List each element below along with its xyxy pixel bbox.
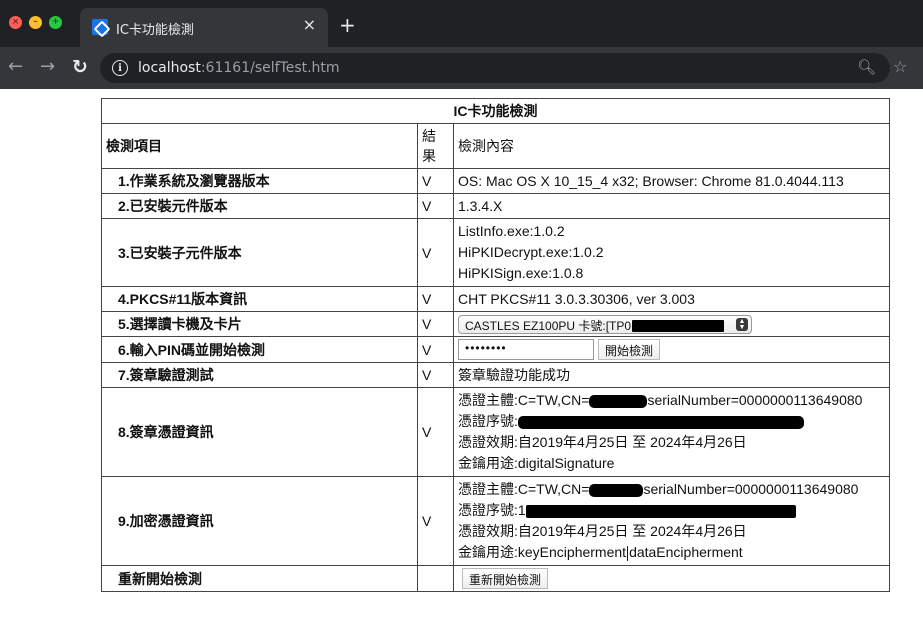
row-detail: 憑證主體:C=TW,CN= serialNumber=00000001136490… — [453, 387, 890, 477]
cert-serial-label: 憑證序號:1 — [458, 502, 526, 518]
address-bar[interactable]: i localhost:61161/selfTest.htm 🔍︎ — [100, 53, 890, 83]
redaction-mark — [525, 504, 796, 518]
start-test-button[interactable]: 開始檢測 — [598, 339, 661, 360]
card-reader-select-value: CASTLES EZ100PU 卡號:[TP0 — [465, 318, 632, 333]
ic-card-test-table: IC卡功能檢測 檢測項目 結果 檢測內容 1.作業系統及瀏覽器版本 V OS: … — [101, 98, 890, 592]
site-info-icon[interactable]: i — [112, 60, 128, 76]
title-bar: × – + IC卡功能檢測 × + — [0, 0, 923, 47]
table-row: 7.簽章驗證測試 V 簽章驗證功能成功 — [101, 362, 890, 388]
table-row: 1.作業系統及瀏覽器版本 V OS: Mac OS X 10_15_4 x32;… — [101, 168, 890, 194]
cert-usage-line: 金鑰用途:keyEncipherment dataEncipherment — [458, 542, 885, 563]
table-row: 6.輸入PIN碼並開始檢測 V •••••••• 開始檢測 — [101, 336, 890, 363]
table-header-row: 檢測項目 結果 檢測內容 — [101, 123, 890, 169]
row-item: 6.輸入PIN碼並開始檢測 — [101, 336, 418, 363]
subcomponent-line: HiPKIDecrypt.exe:1.0.2 — [458, 244, 604, 260]
cert-subject-suffix: serialNumber=0000000113649080 — [643, 481, 859, 497]
row-result: V — [417, 193, 454, 219]
row-item: 2.已安裝元件版本 — [101, 193, 418, 219]
row-item: 9.加密憑證資訊 — [101, 476, 418, 566]
row-result: V — [417, 387, 454, 477]
header-result: 結果 — [417, 123, 454, 169]
cert-subject-line: 憑證主體:C=TW,CN= serialNumber=00000001136490… — [458, 390, 885, 411]
card-reader-select[interactable]: CASTLES EZ100PU 卡號:[TP0 ▲ ▼ — [458, 314, 752, 334]
zoom-icon[interactable]: 🔍︎ — [857, 58, 876, 76]
row-result: V — [417, 168, 454, 194]
usage-separator — [627, 545, 629, 561]
redaction-mark — [589, 483, 644, 497]
url-path: :61161/selfTest.htm — [200, 60, 340, 76]
cert-usage-line: 金鑰用途:digitalSignature — [458, 455, 615, 471]
row-detail: CASTLES EZ100PU 卡號:[TP0 ▲ ▼ — [453, 311, 890, 337]
header-detail: 檢測內容 — [453, 123, 890, 169]
row-item: 3.已安裝子元件版本 — [101, 218, 418, 287]
table-row: 2.已安裝元件版本 V 1.3.4.X — [101, 193, 890, 219]
reload-icon[interactable]: ↻ — [72, 58, 88, 77]
cert-subject-prefix: 憑證主體:C=TW,CN= — [458, 481, 590, 497]
table-row: 8.簽章憑證資訊 V 憑證主體:C=TW,CN= serialNumber=000… — [101, 387, 890, 477]
row-detail: 簽章驗證功能成功 — [453, 362, 890, 388]
cert-serial-label: 憑證序號: — [458, 413, 518, 429]
back-arrow-icon[interactable]: ← — [8, 58, 23, 76]
table-row: 9.加密憑證資訊 V 憑證主體:C=TW,CN= serialNumber=000… — [101, 476, 890, 566]
row-result: V — [417, 476, 454, 566]
table-row: 重新開始檢測 重新開始檢測 — [101, 565, 890, 592]
subcomponent-line: HiPKISign.exe:1.0.8 — [458, 265, 584, 281]
row-detail: •••••••• 開始檢測 — [453, 336, 890, 363]
cert-subject-suffix: serialNumber=0000000113649080 — [647, 392, 863, 408]
row-item: 7.簽章驗證測試 — [101, 362, 418, 388]
cert-validity-line: 憑證效期:自2019年4月25日 至 2024年4月26日 — [458, 523, 747, 539]
row-result: V — [417, 311, 454, 337]
table-row: 3.已安裝子元件版本 V ListInfo.exe:1.0.2 HiPKIDec… — [101, 218, 890, 287]
row-item: 5.選擇讀卡機及卡片 — [101, 311, 418, 337]
restart-test-button[interactable]: 重新開始檢測 — [462, 568, 549, 589]
pin-input[interactable]: •••••••• — [458, 339, 594, 360]
cert-serial-line: 憑證序號: — [458, 411, 885, 432]
row-result: V — [417, 362, 454, 388]
url-text[interactable]: localhost:61161/selfTest.htm — [138, 60, 340, 76]
row-result — [417, 565, 454, 592]
table-row: 4.PKCS#11版本資訊 V CHT PKCS#11 3.0.3.30306,… — [101, 286, 890, 312]
bookmark-star-icon[interactable]: ☆ — [893, 59, 907, 75]
row-detail: 憑證主體:C=TW,CN= serialNumber=00000001136490… — [453, 476, 890, 566]
row-result: V — [417, 286, 454, 312]
row-detail: 重新開始檢測 — [453, 565, 890, 592]
cert-subject-line: 憑證主體:C=TW,CN= serialNumber=00000001136490… — [458, 479, 885, 500]
select-stepper-icon: ▲ ▼ — [736, 317, 748, 331]
row-result: V — [417, 218, 454, 287]
row-result: V — [417, 336, 454, 363]
window-close-icon[interactable]: × — [9, 16, 22, 29]
cert-serial-line: 憑證序號:1 — [458, 500, 885, 521]
row-item: 重新開始檢測 — [101, 565, 418, 592]
tab-active[interactable]: IC卡功能檢測 × — [80, 8, 328, 47]
page-content: IC卡功能檢測 檢測項目 結果 檢測內容 1.作業系統及瀏覽器版本 V OS: … — [0, 89, 923, 624]
tab-title: IC卡功能檢測 — [116, 23, 194, 38]
row-detail: CHT PKCS#11 3.0.3.30306, ver 3.003 — [453, 286, 890, 312]
row-item: 8.簽章憑證資訊 — [101, 387, 418, 477]
subcomponent-line: ListInfo.exe:1.0.2 — [458, 223, 565, 239]
row-detail: ListInfo.exe:1.0.2 HiPKIDecrypt.exe:1.0.… — [453, 218, 890, 287]
row-item: 1.作業系統及瀏覽器版本 — [101, 168, 418, 194]
window-maximize-icon[interactable]: + — [49, 16, 62, 29]
row-detail: OS: Mac OS X 10_15_4 x32; Browser: Chrom… — [453, 168, 890, 194]
header-item: 檢測項目 — [101, 123, 418, 169]
table-row: 5.選擇讀卡機及卡片 V CASTLES EZ100PU 卡號:[TP0 ▲ ▼ — [101, 311, 890, 337]
forward-arrow-icon[interactable]: → — [40, 58, 55, 76]
redaction-mark — [517, 415, 804, 429]
row-detail: 1.3.4.X — [453, 193, 890, 219]
row-item: 4.PKCS#11版本資訊 — [101, 286, 418, 312]
redaction-mark — [632, 320, 725, 333]
cert-usage-suffix: dataEncipherment — [629, 544, 743, 560]
favicon-icon — [92, 19, 108, 35]
cert-subject-prefix: 憑證主體:C=TW,CN= — [458, 392, 590, 408]
table-caption: IC卡功能檢測 — [101, 98, 890, 124]
browser-toolbar: ← → ↻ i localhost:61161/selfTest.htm 🔍︎ … — [0, 47, 923, 89]
url-host: localhost — [138, 60, 201, 76]
cert-validity-line: 憑證效期:自2019年4月25日 至 2024年4月26日 — [458, 434, 747, 450]
cert-usage-prefix: 金鑰用途:keyEncipherment — [458, 544, 627, 560]
tab-close-icon[interactable]: × — [303, 17, 316, 33]
redaction-mark — [589, 394, 648, 408]
window-minimize-icon[interactable]: – — [29, 16, 42, 29]
new-tab-icon[interactable]: + — [339, 15, 356, 35]
